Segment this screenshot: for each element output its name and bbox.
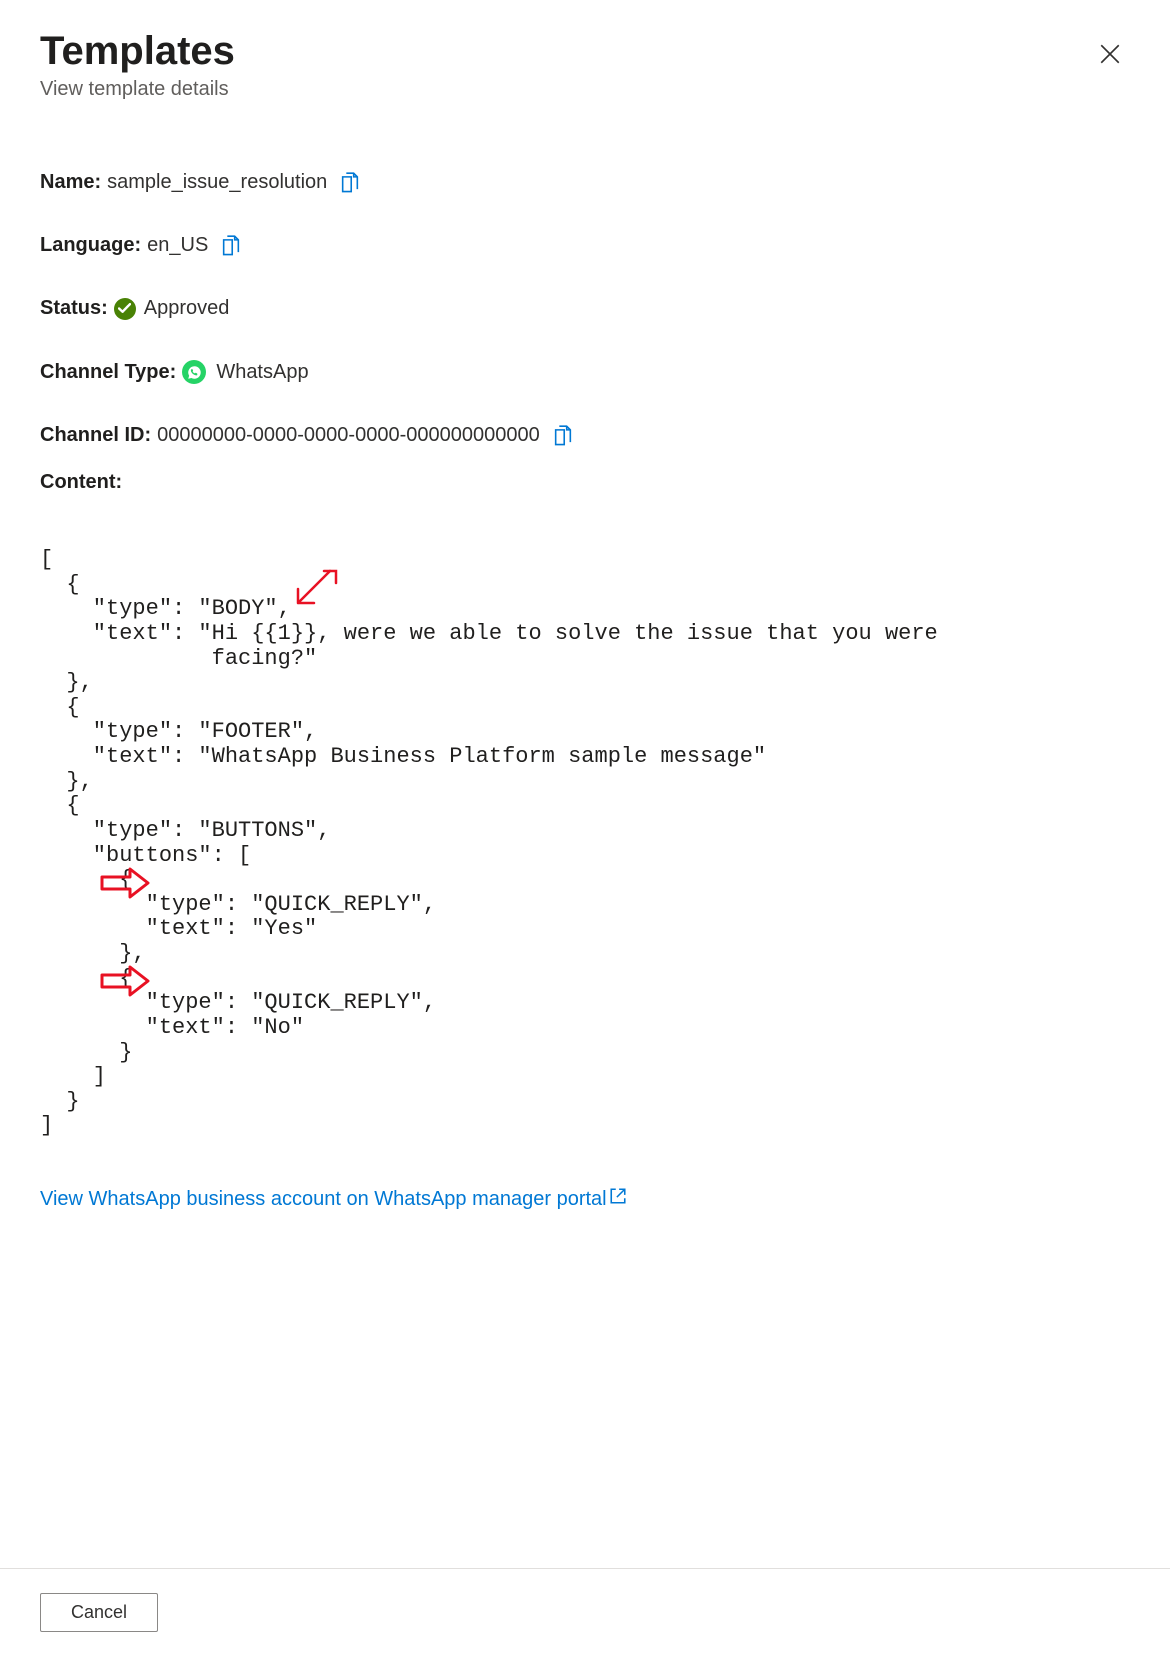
copy-name-button[interactable]	[339, 172, 361, 194]
name-label: Name:	[40, 171, 101, 194]
language-label: Language:	[40, 234, 141, 257]
field-language: Language: en_US	[40, 234, 1130, 257]
link-text: View WhatsApp business account on WhatsA…	[40, 1188, 607, 1211]
page-title: Templates	[40, 28, 235, 74]
copy-icon	[340, 172, 360, 194]
language-value: en_US	[147, 234, 208, 257]
field-channel-type: Channel Type: WhatsApp	[40, 360, 1130, 384]
copy-icon	[221, 235, 241, 257]
field-status: Status: Approved	[40, 297, 1130, 320]
whatsapp-manager-link[interactable]: View WhatsApp business account on WhatsA…	[40, 1187, 627, 1211]
page-subtitle: View template details	[40, 78, 235, 101]
close-button[interactable]	[1090, 34, 1130, 74]
channel-type-value: WhatsApp	[216, 361, 308, 384]
open-external-icon	[609, 1187, 627, 1205]
close-icon	[1100, 44, 1120, 64]
status-label: Status:	[40, 297, 108, 320]
cancel-button[interactable]: Cancel	[40, 1593, 158, 1632]
copy-channel-id-button[interactable]	[552, 425, 574, 447]
fields-section: Name: sample_issue_resolution Language: …	[40, 171, 1130, 1211]
status-value: Approved	[144, 297, 230, 320]
channel-type-label: Channel Type:	[40, 361, 176, 384]
content-label: Content:	[40, 471, 1130, 494]
name-value: sample_issue_resolution	[107, 171, 327, 194]
panel-header: Templates View template details	[40, 28, 1130, 101]
field-channel-id: Channel ID: 00000000-0000-0000-0000-0000…	[40, 424, 1130, 447]
panel-footer: Cancel	[0, 1568, 1170, 1662]
channel-id-label: Channel ID:	[40, 424, 151, 447]
channel-id-value: 00000000-0000-0000-0000-000000000000	[157, 424, 540, 447]
content-code: [ { "type": "BODY", "text": "Hi {{1}}, w…	[40, 548, 1130, 1139]
whatsapp-icon	[182, 360, 206, 384]
external-link-row: View WhatsApp business account on WhatsA…	[40, 1187, 1130, 1211]
check-circle-icon	[114, 298, 136, 320]
copy-language-button[interactable]	[220, 235, 242, 257]
field-name: Name: sample_issue_resolution	[40, 171, 1130, 194]
copy-icon	[553, 425, 573, 447]
